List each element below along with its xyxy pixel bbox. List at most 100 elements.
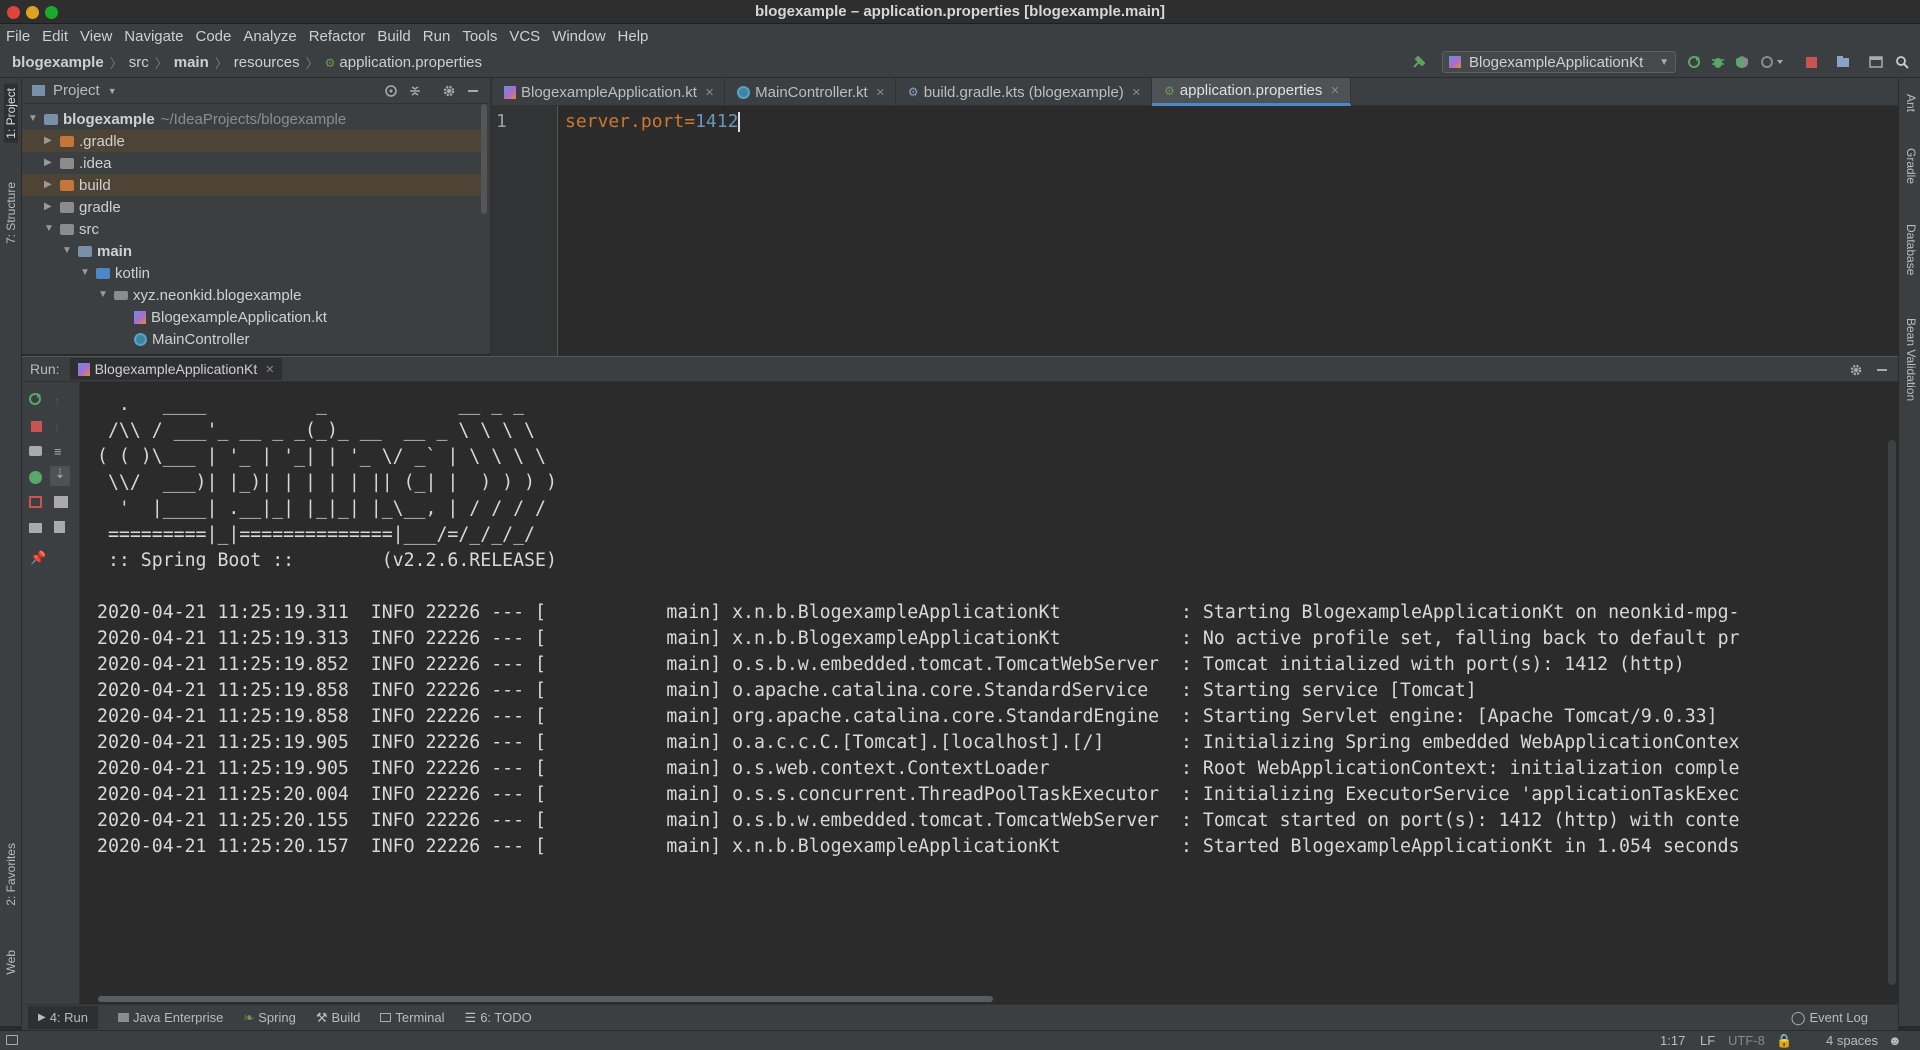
code-editor[interactable]: server.port=1412 [558, 106, 1898, 356]
chevron-down-icon[interactable]: ▼ [28, 114, 38, 124]
breadcrumb-resources[interactable]: resources [234, 54, 300, 71]
chevron-down-icon[interactable]: ▼ [80, 268, 90, 278]
tool-window-favorites[interactable]: 2: Favorites [4, 843, 18, 906]
file-encoding[interactable]: UTF-8 [1728, 1033, 1765, 1048]
chevron-down-icon[interactable]: ▼ [98, 290, 108, 300]
close-icon[interactable]: ✕ [876, 86, 885, 99]
collapse-all-icon[interactable] [408, 84, 422, 98]
tree-item-gradle-cache[interactable]: ▶ .gradle [22, 130, 482, 152]
gear-icon[interactable] [1849, 363, 1863, 377]
breadcrumb-src[interactable]: src [129, 54, 149, 71]
coverage-icon[interactable] [1735, 55, 1749, 69]
chevron-right-icon[interactable]: ▶ [44, 202, 54, 212]
print-icon[interactable] [54, 496, 68, 508]
menu-vcs[interactable]: VCS [509, 28, 540, 45]
tree-scrollbar[interactable] [481, 104, 487, 214]
tool-window-web[interactable]: Web [4, 950, 18, 974]
debug-icon[interactable] [29, 471, 42, 484]
menu-window[interactable]: Window [552, 28, 605, 45]
close-icon[interactable]: ✕ [265, 363, 274, 376]
profile-icon[interactable] [1761, 55, 1785, 69]
scroll-to-end-icon[interactable]: ⇣ [50, 466, 70, 486]
breadcrumb-file[interactable]: application.properties [339, 54, 482, 71]
lock-icon[interactable]: 🔒 [1776, 1033, 1792, 1049]
tree-item-main[interactable]: ▼ main [22, 240, 482, 262]
menu-analyze[interactable]: Analyze [243, 28, 296, 45]
chevron-right-icon[interactable]: ▶ [44, 180, 54, 190]
stop-icon[interactable] [31, 421, 42, 432]
bottom-tab-java-enterprise[interactable]: Java Enterprise [118, 1010, 223, 1025]
tree-item-root[interactable]: ▼ blogexample ~/IdeaProjects/blogexample [22, 108, 482, 130]
tool-window-ant[interactable]: Ant [1904, 94, 1918, 112]
project-view-selector[interactable]: Project [53, 82, 100, 99]
chevron-right-icon[interactable]: ▶ [44, 136, 54, 146]
tree-item-kotlin[interactable]: ▼ kotlin [22, 262, 482, 284]
tool-window-structure[interactable]: 7: Structure [4, 182, 18, 244]
run-configuration-selector[interactable]: BlogexampleApplicationKt ▼ [1442, 51, 1676, 73]
tool-window-project[interactable]: 1: Project [4, 84, 18, 143]
locate-file-icon[interactable] [384, 84, 398, 98]
trash-icon[interactable] [54, 521, 65, 533]
tree-item-package[interactable]: ▼ xyz.neonkid.blogexample [22, 284, 482, 306]
console-output[interactable]: . ____ _ __ _ _ /\\ / ___'_ __ _ _(_)_ _… [80, 382, 1898, 1004]
tab-application-properties[interactable]: ⚙ application.properties ✕ [1152, 78, 1351, 106]
build-hammer-icon[interactable] [1412, 55, 1426, 69]
tool-windows-toggle-icon[interactable] [6, 1035, 18, 1045]
project-structure-icon[interactable] [1836, 55, 1850, 69]
rerun-icon[interactable] [1687, 55, 1701, 69]
tree-item-build[interactable]: ▶ build [22, 174, 482, 196]
menu-run[interactable]: Run [423, 28, 451, 45]
tab-blogexample-application[interactable]: BlogexampleApplication.kt ✕ [492, 78, 726, 106]
vertical-scrollbar[interactable] [1888, 440, 1896, 985]
pin-icon[interactable]: 📌 [30, 550, 46, 565]
hide-panel-icon[interactable] [1877, 369, 1887, 371]
soft-wrap-icon[interactable]: ≡ [54, 444, 68, 459]
close-icon[interactable]: ✕ [1132, 86, 1141, 99]
menu-help[interactable]: Help [618, 28, 649, 45]
tab-main-controller[interactable]: MainController.kt ✕ [725, 78, 896, 106]
chevron-down-icon[interactable]: ▼ [108, 86, 117, 96]
menu-build[interactable]: Build [377, 28, 410, 45]
event-log-button[interactable]: ◯ Event Log [1791, 1010, 1868, 1026]
stop-icon[interactable] [1806, 57, 1817, 68]
bottom-tab-spring[interactable]: ❧ Spring [243, 1010, 295, 1026]
chevron-right-icon[interactable]: ▶ [44, 158, 54, 168]
bottom-tab-todo[interactable]: ☰ 6: TODO [465, 1010, 532, 1026]
horizontal-scrollbar[interactable] [98, 996, 993, 1002]
bottom-tab-terminal[interactable]: Terminal [380, 1010, 445, 1025]
search-icon[interactable] [1895, 55, 1909, 69]
tool-window-bean-validation[interactable]: Bean Validation [1904, 318, 1918, 401]
tool-window-gradle[interactable]: Gradle [1904, 148, 1918, 184]
layout-icon[interactable] [1869, 55, 1883, 69]
exit-icon[interactable] [29, 496, 42, 508]
inspector-icon[interactable]: ☻ [1888, 1033, 1902, 1048]
menu-code[interactable]: Code [195, 28, 231, 45]
chevron-down-icon[interactable]: ▼ [44, 224, 54, 234]
debug-icon[interactable] [1711, 55, 1725, 69]
hide-panel-icon[interactable] [468, 90, 478, 92]
bottom-tab-build[interactable]: ⚒ Build [316, 1010, 361, 1026]
chevron-down-icon[interactable]: ▼ [62, 246, 72, 256]
rerun-icon[interactable] [28, 392, 42, 406]
caret-position[interactable]: 1:17 [1660, 1033, 1685, 1048]
tree-item-idea[interactable]: ▶ .idea [22, 152, 482, 174]
gear-icon[interactable] [442, 84, 456, 98]
bottom-tab-run[interactable]: ▶ 4: Run [28, 1006, 99, 1029]
line-separator[interactable]: LF [1700, 1033, 1715, 1048]
menu-refactor[interactable]: Refactor [309, 28, 366, 45]
camera-icon[interactable] [29, 446, 42, 456]
menu-file[interactable]: File [6, 28, 30, 45]
menu-view[interactable]: View [80, 28, 112, 45]
arrow-up-icon[interactable]: ↑ [54, 394, 68, 408]
tab-build-gradle[interactable]: ⚙ build.gradle.kts (blogexample) ✕ [896, 78, 1153, 106]
layout-icon[interactable] [29, 523, 42, 533]
breadcrumb-project[interactable]: blogexample [12, 54, 104, 71]
tree-item-main-controller[interactable]: MainController [22, 328, 482, 350]
close-icon[interactable]: ✕ [705, 86, 714, 99]
tree-item-application-file[interactable]: BlogexampleApplication.kt [22, 306, 482, 328]
indent-setting[interactable]: 4 spaces [1826, 1033, 1878, 1048]
run-tab[interactable]: BlogexampleApplicationKt ✕ [69, 358, 283, 380]
breadcrumb-main[interactable]: main [174, 54, 209, 71]
tool-window-database[interactable]: Database [1904, 224, 1918, 275]
close-icon[interactable]: ✕ [1330, 84, 1339, 97]
